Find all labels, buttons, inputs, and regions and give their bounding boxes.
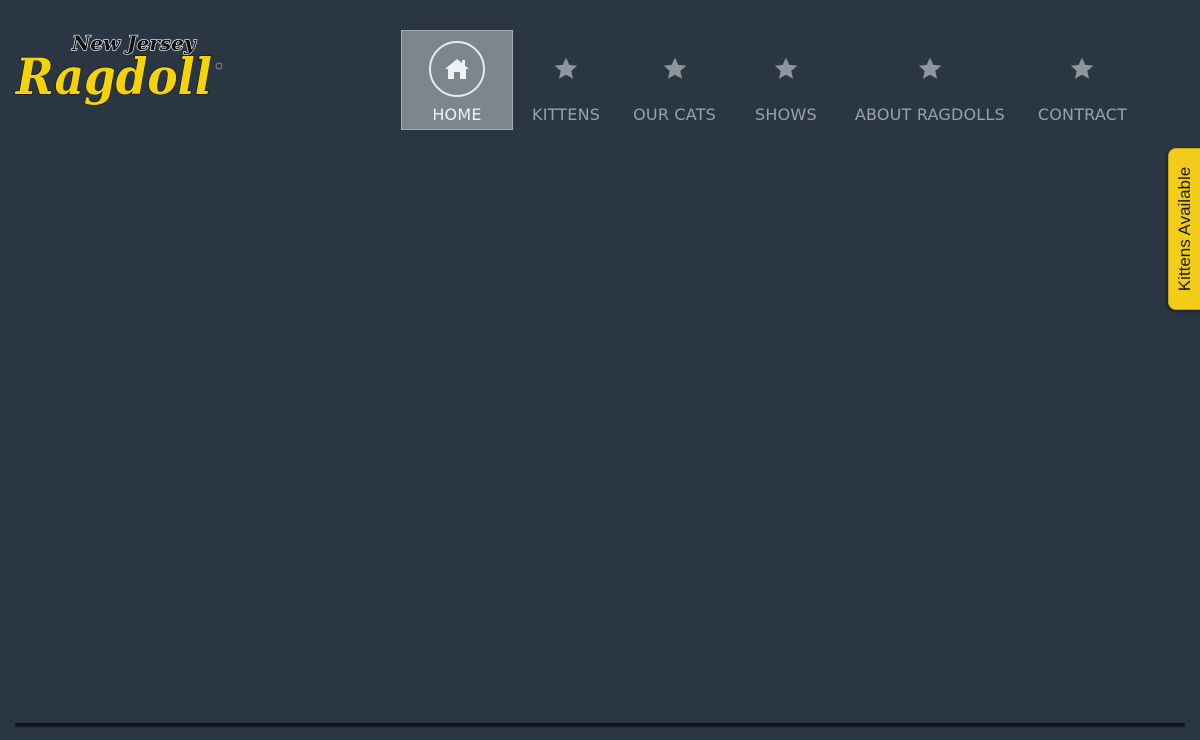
logo-line2: Ragdoll: [14, 47, 212, 106]
home-icon: [429, 41, 485, 97]
nav-label-about-ragdolls: ABOUT RAGDOLLS: [854, 105, 1005, 124]
registered-mark-icon: [215, 62, 223, 70]
nav-label-contract: CONTRACT: [1037, 105, 1128, 124]
nav-item-home[interactable]: HOME: [401, 30, 513, 130]
page: New Jersey Ragdoll HOME KITTENS OUR CATS…: [0, 0, 1200, 740]
nav-item-about-ragdolls[interactable]: ABOUT RAGDOLLS: [846, 30, 1014, 130]
footer-divider: [15, 723, 1185, 728]
nav-label-our-cats: OUR CATS: [633, 105, 717, 124]
main-nav: HOME KITTENS OUR CATS SHOWS ABOUT RAGDOL: [401, 30, 1136, 130]
kittens-available-label: Kittens Available: [1174, 166, 1194, 292]
nav-label-shows: SHOWS: [755, 105, 817, 124]
nav-item-our-cats[interactable]: OUR CATS: [624, 30, 725, 130]
star-icon: [902, 41, 958, 97]
kittens-available-tab[interactable]: Kittens Available: [1168, 148, 1200, 310]
nav-label-kittens: KITTENS: [532, 105, 601, 124]
nav-item-shows[interactable]: SHOWS: [746, 30, 826, 130]
nav-label-home: HOME: [432, 105, 482, 124]
star-icon: [758, 41, 814, 97]
nav-item-contract[interactable]: CONTRACT: [1029, 30, 1136, 130]
star-icon: [538, 41, 594, 97]
star-icon: [1054, 41, 1110, 97]
nav-item-kittens[interactable]: KITTENS: [523, 30, 609, 130]
star-icon: [647, 41, 703, 97]
site-logo[interactable]: New Jersey Ragdoll: [14, 28, 226, 106]
